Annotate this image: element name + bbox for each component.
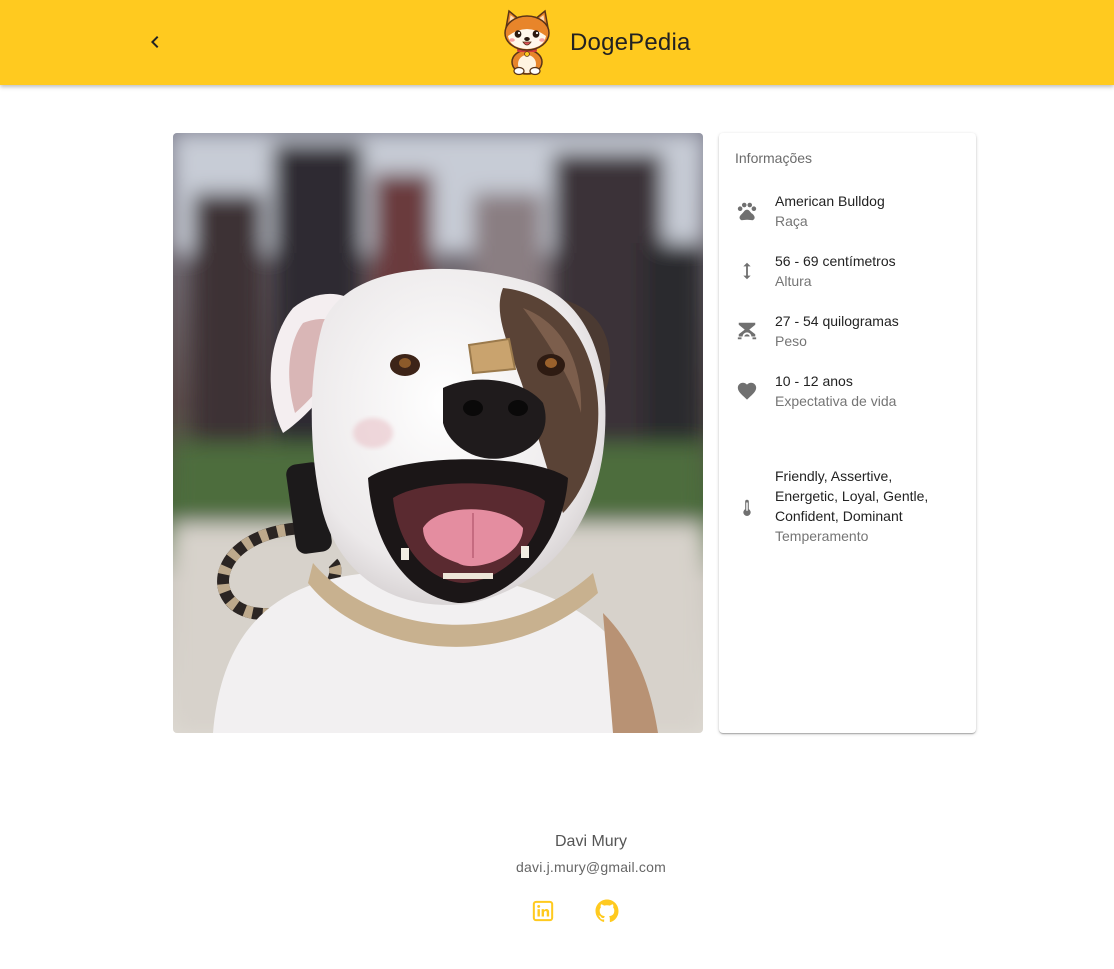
linkedin-link[interactable] bbox=[530, 898, 556, 924]
heart-icon bbox=[735, 379, 759, 403]
temperament-value-line-3: Confident, Dominant bbox=[775, 508, 903, 524]
dog-photo bbox=[173, 133, 703, 733]
lifespan-value: 10 - 12 anos bbox=[775, 373, 853, 389]
app-bar: DogePedia bbox=[0, 0, 1114, 85]
chevron-left-icon bbox=[151, 36, 159, 48]
height-label: Altura bbox=[775, 273, 812, 289]
shiba-inu-logo bbox=[504, 9, 550, 76]
height-arrows-icon bbox=[735, 259, 759, 283]
height-value: 56 - 69 centímetros bbox=[775, 253, 896, 269]
author-name: Davi Mury bbox=[554, 833, 627, 850]
temperament-value-line-1: Friendly, Assertive, bbox=[775, 468, 893, 484]
scale-icon bbox=[735, 319, 759, 343]
temperament-label: Temperamento bbox=[775, 528, 869, 544]
linkedin-icon bbox=[532, 900, 554, 922]
thermometer-icon bbox=[735, 496, 759, 520]
paw-icon bbox=[735, 199, 759, 223]
back-button[interactable] bbox=[138, 25, 172, 59]
card-heading: Informações bbox=[735, 150, 813, 166]
github-icon bbox=[595, 899, 619, 923]
breed-label: Raça bbox=[775, 213, 808, 229]
github-link[interactable] bbox=[594, 898, 620, 924]
weight-value: 27 - 54 quilogramas bbox=[775, 313, 899, 329]
temperament-value-line-2: Energetic, Loyal, Gentle, bbox=[775, 488, 929, 504]
author-email: davi.j.mury@gmail.com bbox=[516, 859, 666, 875]
info-card: Informações American Bulldog Raça 56 - 6… bbox=[719, 133, 976, 733]
weight-label: Peso bbox=[775, 333, 807, 349]
lifespan-label: Expectativa de vida bbox=[775, 393, 897, 409]
app-title: DogePedia bbox=[570, 29, 691, 56]
breed-value: American Bulldog bbox=[775, 193, 885, 209]
